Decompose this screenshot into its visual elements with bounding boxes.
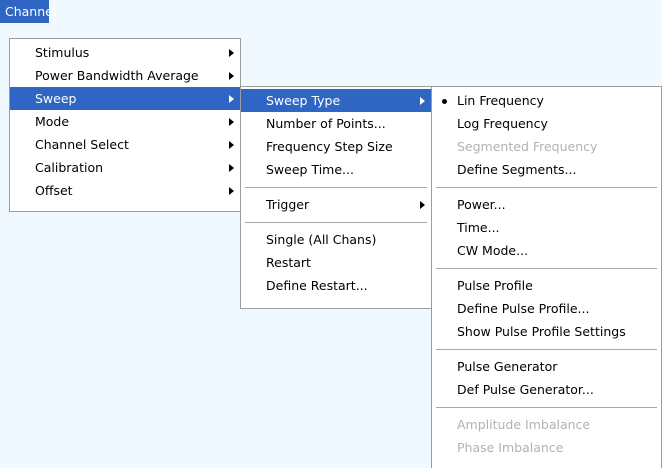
menu-item-label: Sweep Type bbox=[266, 93, 341, 108]
submenu-arrow-icon bbox=[229, 164, 234, 172]
menu-item-lin-frequency[interactable]: Lin Frequency bbox=[432, 89, 661, 112]
menu-separator bbox=[436, 349, 657, 350]
submenu-arrow-icon bbox=[229, 187, 234, 195]
menu-item-label: CW Mode... bbox=[457, 243, 529, 258]
menu-channel[interactable]: Channel bbox=[0, 0, 56, 23]
menu-item-power[interactable]: Power... bbox=[432, 193, 661, 216]
menu-item-stimulus[interactable]: Stimulus bbox=[10, 41, 240, 64]
menu-item-calibration[interactable]: Calibration bbox=[10, 156, 240, 179]
menu-item-sweep-time[interactable]: Sweep Time... bbox=[241, 158, 431, 181]
menu-item-number-of-points[interactable]: Number of Points... bbox=[241, 112, 431, 135]
channel-menu: Stimulus Power Bandwidth Average Sweep M… bbox=[9, 38, 241, 212]
menu-separator bbox=[245, 222, 427, 223]
menu-item-label: Time... bbox=[457, 220, 500, 235]
selected-bullet-icon bbox=[442, 99, 447, 104]
menu-item-label: Lin Frequency bbox=[457, 93, 544, 108]
menu-item-offset[interactable]: Offset bbox=[10, 179, 240, 202]
menu-item-label: Define Segments... bbox=[457, 162, 577, 177]
menu-item-label: Stimulus bbox=[35, 45, 90, 60]
submenu-arrow-icon bbox=[229, 95, 234, 103]
menu-item-label: Def Pulse Generator... bbox=[457, 382, 594, 397]
menu-item-define-restart[interactable]: Define Restart... bbox=[241, 274, 431, 297]
menu-separator bbox=[436, 268, 657, 269]
submenu-arrow-icon bbox=[229, 141, 234, 149]
menu-item-single-all-chans[interactable]: Single (All Chans) bbox=[241, 228, 431, 251]
submenu-arrow-icon bbox=[229, 118, 234, 126]
submenu-arrow-icon bbox=[229, 49, 234, 57]
menu-item-mode[interactable]: Mode bbox=[10, 110, 240, 133]
sweep-menu: Sweep Type Number of Points... Frequency… bbox=[240, 86, 432, 309]
menu-item-label: Single (All Chans) bbox=[266, 232, 377, 247]
menu-item-label: Frequency Step Size bbox=[266, 139, 393, 154]
menu-item-channel-select[interactable]: Channel Select bbox=[10, 133, 240, 156]
menu-item-log-frequency[interactable]: Log Frequency bbox=[432, 112, 661, 135]
menu-item-label: Pulse Profile bbox=[457, 278, 533, 293]
menu-item-trigger[interactable]: Trigger bbox=[241, 193, 431, 216]
submenu-arrow-icon bbox=[420, 201, 425, 209]
menu-item-frequency-step-size[interactable]: Frequency Step Size bbox=[241, 135, 431, 158]
menu-item-label: Log Frequency bbox=[457, 116, 548, 131]
menu-item-label: Amplitude Imbalance bbox=[457, 417, 591, 432]
menu-item-pulse-profile[interactable]: Pulse Profile bbox=[432, 274, 661, 297]
menu-item-power-bandwidth-average[interactable]: Power Bandwidth Average bbox=[10, 64, 240, 87]
menu-item-label: Define Pulse Profile... bbox=[457, 301, 590, 316]
menu-item-cw-mode[interactable]: CW Mode... bbox=[432, 239, 661, 262]
menu-item-label: Calibration bbox=[35, 160, 104, 175]
menu-item-define-segments[interactable]: Define Segments... bbox=[432, 158, 661, 181]
submenu-arrow-icon bbox=[229, 72, 234, 80]
menu-item-def-pulse-generator[interactable]: Def Pulse Generator... bbox=[432, 378, 661, 401]
menu-item-label: Define Restart... bbox=[266, 278, 368, 293]
menu-item-label: Power... bbox=[457, 197, 506, 212]
menu-item-label: Number of Points... bbox=[266, 116, 386, 131]
menu-item-phase-imbalance: Phase Imbalance bbox=[432, 436, 661, 459]
menu-item-amplitude-imbalance: Amplitude Imbalance bbox=[432, 413, 661, 436]
menu-item-label: Sweep Time... bbox=[266, 162, 354, 177]
menu-item-sweep[interactable]: Sweep bbox=[10, 87, 240, 110]
menu-separator bbox=[245, 187, 427, 188]
menu-item-restart[interactable]: Restart bbox=[241, 251, 431, 274]
menu-item-label: Trigger bbox=[266, 197, 310, 212]
menu-item-show-pulse-profile-settings[interactable]: Show Pulse Profile Settings bbox=[432, 320, 661, 343]
menu-item-label: Mode bbox=[35, 114, 70, 129]
menu-item-pulse-generator[interactable]: Pulse Generator bbox=[432, 355, 661, 378]
menu-item-label: Channel Select bbox=[35, 137, 129, 152]
menu-item-define-pulse-profile[interactable]: Define Pulse Profile... bbox=[432, 297, 661, 320]
sweep-type-menu: Lin Frequency Log Frequency Segmented Fr… bbox=[431, 86, 662, 468]
menu-item-label: Phase Imbalance bbox=[457, 440, 564, 455]
menu-item-segmented-frequency: Segmented Frequency bbox=[432, 135, 661, 158]
menu-item-label: Offset bbox=[35, 183, 73, 198]
menu-item-label: Pulse Generator bbox=[457, 359, 558, 374]
menu-item-sweep-type[interactable]: Sweep Type bbox=[241, 89, 431, 112]
menu-item-label: Restart bbox=[266, 255, 311, 270]
menu-separator bbox=[436, 407, 657, 408]
menu-item-label: Show Pulse Profile Settings bbox=[457, 324, 626, 339]
menu-separator bbox=[436, 187, 657, 188]
submenu-arrow-icon bbox=[420, 97, 425, 105]
menu-item-label: Segmented Frequency bbox=[457, 139, 598, 154]
menu-item-label: Power Bandwidth Average bbox=[35, 68, 199, 83]
menu-item-label: Sweep bbox=[35, 91, 77, 106]
menu-item-time[interactable]: Time... bbox=[432, 216, 661, 239]
